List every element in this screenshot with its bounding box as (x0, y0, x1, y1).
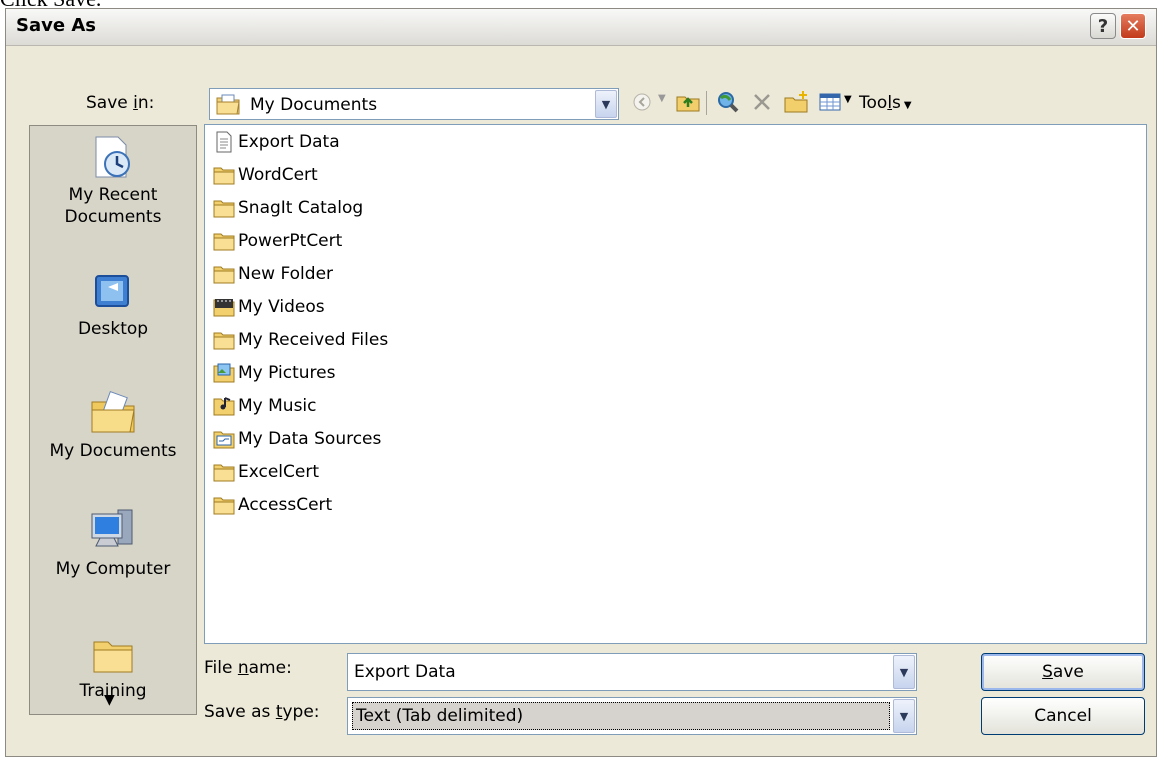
my-computer-icon (91, 509, 133, 547)
tools-menu[interactable]: Tools ▼ (859, 93, 912, 113)
tools-dropdown-arrow-icon: ▼ (903, 100, 912, 111)
list-item-name: Export Data (238, 132, 340, 152)
pictures-folder-icon (213, 363, 235, 383)
list-item-name: My Music (238, 396, 317, 416)
delete-icon[interactable] (748, 89, 776, 115)
file-name-field[interactable]: Export Data ▼ (347, 653, 917, 691)
list-item[interactable]: AccessCert (213, 490, 332, 520)
list-item[interactable]: My Pictures (213, 358, 335, 388)
place-label: Desktop (77, 319, 149, 339)
folder-icon (213, 167, 235, 185)
my-documents-icon (91, 390, 135, 433)
search-web-icon[interactable] (714, 89, 742, 115)
file-name-dropdown-arrow[interactable]: ▼ (893, 655, 915, 689)
list-item[interactable]: My Videos (213, 292, 325, 322)
list-item[interactable]: My Received Files (213, 325, 388, 355)
save-as-type-select[interactable]: Text (Tab delimited) ▼ (347, 697, 917, 735)
title-bar[interactable]: Save As ? ✕ (6, 9, 1156, 46)
window-title: Save As (16, 15, 96, 36)
folder-icon (213, 233, 235, 251)
videos-folder-icon (213, 299, 235, 317)
place-my-recent-documents[interactable]: My Recent Documents (30, 134, 196, 228)
list-item-name: My Pictures (238, 363, 336, 383)
save-in-dropdown-arrow[interactable]: ▼ (595, 90, 617, 118)
music-folder-icon (213, 397, 235, 416)
new-folder-icon[interactable] (782, 89, 810, 115)
place-label: My Documents (49, 441, 177, 461)
save-as-type-dropdown-arrow[interactable]: ▼ (893, 699, 915, 733)
save-button[interactable]: Save (981, 653, 1145, 691)
list-item-name: My Received Files (238, 330, 389, 350)
save-in-label: Save in: (86, 93, 155, 113)
list-item-name: SnagIt Catalog (238, 198, 364, 218)
list-item-name: My Videos (238, 297, 325, 317)
list-item[interactable]: ExcelCert (213, 457, 319, 487)
help-button[interactable]: ? (1090, 13, 1116, 39)
place-my-computer[interactable]: My Computer (30, 506, 196, 580)
place-label: My Recent Documents (64, 185, 162, 227)
place-desktop[interactable]: Desktop (30, 272, 196, 340)
list-item[interactable]: WordCert (213, 160, 318, 190)
folder-icon (213, 497, 235, 515)
place-label: My Computer (55, 559, 171, 579)
file-name-value: Export Data (354, 662, 456, 682)
desktop-icon (95, 275, 129, 307)
folder-icon (213, 200, 235, 218)
list-item[interactable]: Export Data (213, 127, 340, 157)
save-as-type-value: Text (Tab delimited) (356, 706, 524, 726)
list-item[interactable]: My Music (213, 391, 317, 421)
data-sources-folder-icon (213, 431, 235, 449)
file-list[interactable]: Export Data WordCert SnagIt Catalog Powe… (204, 124, 1147, 644)
places-scroll-down-icon[interactable]: ▼ (104, 692, 115, 708)
toolbar-separator (706, 91, 707, 115)
cancel-button[interactable]: Cancel (981, 697, 1145, 735)
list-item[interactable]: SnagIt Catalog (213, 193, 363, 223)
places-bar: My Recent Documents Desktop My Documents (29, 125, 197, 715)
save-as-type-label: Save as type: (204, 702, 320, 722)
folder-icon (213, 464, 235, 482)
list-item-name: AccessCert (238, 495, 333, 515)
back-icon[interactable] (628, 89, 656, 115)
my-documents-small-icon (216, 94, 240, 115)
list-item-name: WordCert (238, 165, 318, 185)
list-item-name: ExcelCert (238, 462, 320, 482)
save-in-value: My Documents (250, 95, 378, 115)
place-my-documents[interactable]: My Documents (30, 390, 196, 462)
list-item-name: My Data Sources (238, 429, 382, 449)
save-as-type-value-highlight: Text (Tab delimited) (352, 702, 890, 730)
views-icon[interactable] (816, 89, 844, 115)
list-item[interactable]: My Data Sources (213, 424, 381, 454)
file-name-label: File name: (204, 658, 292, 678)
folder-icon (213, 266, 235, 284)
save-in-combo[interactable]: My Documents ▼ (209, 88, 619, 120)
list-item-name: New Folder (238, 264, 334, 284)
list-item[interactable]: New Folder (213, 259, 333, 289)
back-dropdown-arrow-icon[interactable]: ▼ (658, 93, 666, 104)
list-item[interactable]: PowerPtCert (213, 226, 342, 256)
views-dropdown-arrow-icon[interactable]: ▼ (844, 94, 852, 105)
recent-documents-icon (95, 136, 130, 178)
close-button[interactable]: ✕ (1120, 13, 1146, 39)
folder-icon (93, 641, 133, 673)
list-item-name: PowerPtCert (238, 231, 343, 251)
text-file-icon (216, 131, 232, 153)
save-as-dialog: Save As ? ✕ Save in: My Documents ▼ ▼ ▼ … (5, 8, 1157, 757)
up-folder-icon[interactable] (674, 89, 702, 115)
folder-icon (213, 332, 235, 350)
